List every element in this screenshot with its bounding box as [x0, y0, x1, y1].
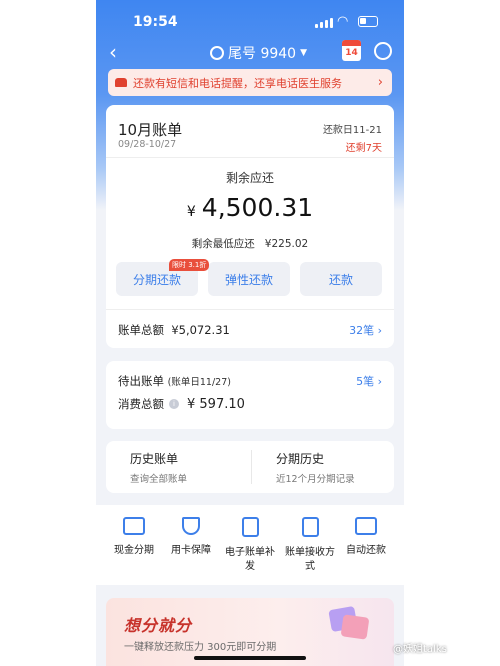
spend-value: ¥ 597.10	[187, 396, 245, 412]
bill-total-value: ¥5,072.31	[171, 323, 230, 337]
action-auto-repay[interactable]: 自动还款	[338, 517, 394, 558]
bill-total: 账单总额 ¥5,072.31	[118, 322, 230, 338]
minimum-label: 剩余最低应还	[191, 238, 255, 250]
bill-date-range: 09/28-10/27	[118, 139, 177, 150]
history-bills-title: 历史账单	[130, 452, 179, 466]
account-label: 尾号 9940	[228, 46, 297, 62]
action-ebill-reissue[interactable]: 电子账单补发	[220, 517, 280, 574]
pending-statement-date: (账单日11/27)	[167, 377, 231, 388]
action-label: 账单接收方式	[285, 547, 335, 572]
action-label: 用卡保障	[171, 545, 211, 556]
action-label: 现金分期	[114, 545, 154, 556]
action-cash-installment[interactable]: 现金分期	[106, 517, 162, 558]
customer-service-icon[interactable]	[374, 42, 392, 60]
quick-actions: 现金分期 用卡保障 电子账单补发 账单接收方式 自动还款	[96, 505, 404, 585]
back-icon[interactable]: ‹	[109, 40, 117, 64]
info-icon[interactable]: i	[169, 399, 179, 409]
pending-count-link[interactable]: 5笔 ›	[356, 373, 382, 389]
status-bar: 19:54 ◠	[96, 0, 404, 42]
remaining-label: 剩余应还	[225, 171, 274, 185]
installment-history-title: 分期历史	[276, 452, 325, 466]
amount-value: 4,500.31	[201, 193, 314, 222]
installment-history-link[interactable]: 分期历史 近12个月分期记录	[276, 450, 355, 485]
home-indicator[interactable]	[194, 656, 306, 660]
repay-button[interactable]: 还款	[300, 262, 382, 296]
discount-badge: 限时 3.1折	[169, 259, 210, 271]
doc-settings-icon	[301, 517, 319, 537]
action-bill-delivery[interactable]: 账单接收方式	[280, 517, 340, 574]
nav-bar: ‹ 尾号 9940 ▼ 14	[96, 38, 404, 68]
currency-symbol: ¥	[186, 204, 196, 220]
card-auto-icon	[355, 517, 377, 535]
phone-screen: 19:54 ◠ ‹ 尾号 9940 ▼ 14 还款有短信和电话提醒，还享电话医生…	[96, 0, 404, 666]
card-cash-icon	[123, 517, 145, 535]
promo-illustration	[324, 604, 372, 646]
action-label: 电子账单补发	[225, 547, 275, 572]
shield-check-icon	[182, 517, 200, 535]
action-label: 自动还款	[346, 545, 386, 556]
reminder-text: 还款有短信和电话提醒，还享电话医生服务	[133, 76, 342, 90]
divider	[106, 157, 394, 158]
battery-icon	[358, 16, 378, 27]
cellular-signal-icon	[315, 18, 333, 28]
minimum-payment: 剩余最低应还 ¥225.02	[106, 236, 394, 251]
remaining-amount: ¥4,500.31	[106, 193, 394, 222]
pending-title: 待出账单 (账单日11/27)	[118, 373, 231, 389]
divider	[251, 450, 252, 484]
history-bills-sub: 查询全部账单	[130, 474, 188, 485]
watermark: @妖姐talks	[393, 644, 447, 655]
due-date: 还款日11-21	[322, 125, 382, 136]
account-selector[interactable]: 尾号 9940 ▼	[210, 43, 307, 63]
divider	[106, 309, 394, 310]
chevron-down-icon: ▼	[300, 48, 308, 58]
installment-history-sub: 近12个月分期记录	[276, 474, 355, 485]
status-time: 19:54	[133, 14, 178, 30]
flexible-repay-button[interactable]: 弹性还款	[208, 262, 290, 296]
history-bills-link[interactable]: 历史账单 查询全部账单	[130, 450, 187, 485]
promo-subtitle: 一键释放还款压力 300元即可分期	[124, 642, 277, 653]
bill-title: 10月账单	[118, 121, 183, 139]
chevron-right-icon: ›	[377, 75, 383, 90]
bill-card: 10月账单 09/28-10/27 还款日11-21 还剩7天 剩余应还 ¥4,…	[106, 105, 394, 348]
promo-title: 想分就分	[124, 616, 193, 635]
telephone-icon	[115, 78, 127, 87]
pending-bill-card[interactable]: 待出账单 (账单日11/27) 5笔 › 消费总额 i ¥ 597.10	[106, 361, 394, 429]
bill-total-label: 账单总额	[118, 323, 164, 337]
document-icon	[241, 517, 259, 537]
bank-logo-icon	[210, 46, 224, 60]
transaction-count-link[interactable]: 32笔 ›	[349, 322, 382, 338]
minimum-value: ¥225.02	[264, 238, 309, 250]
calendar-icon[interactable]: 14	[342, 40, 361, 61]
days-left: 还剩7天	[345, 143, 382, 154]
history-card: 历史账单 查询全部账单 分期历史 近12个月分期记录	[106, 441, 394, 493]
action-card-protection[interactable]: 用卡保障	[163, 517, 219, 558]
reminder-banner[interactable]: 还款有短信和电话提醒，还享电话医生服务 ›	[108, 69, 392, 96]
spend-total: 消费总额 i ¥ 597.10	[118, 396, 245, 412]
calendar-day: 14	[345, 48, 358, 58]
pending-label: 待出账单	[118, 374, 164, 388]
spend-label: 消费总额	[118, 397, 164, 411]
wifi-icon: ◠	[337, 14, 349, 29]
